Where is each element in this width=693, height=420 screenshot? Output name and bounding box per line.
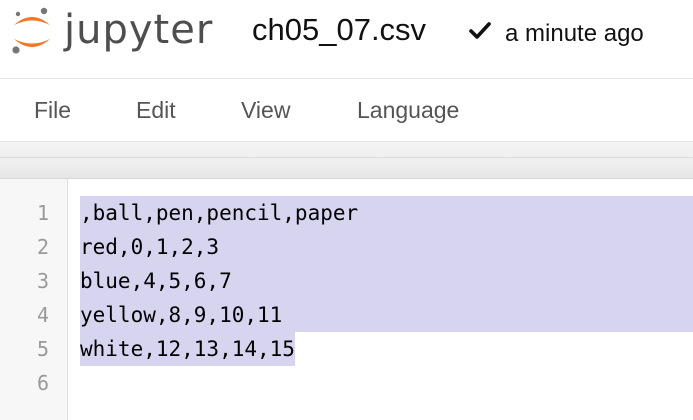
code-line[interactable]: yellow,8,9,10,11 xyxy=(80,298,693,332)
header-shadow-band xyxy=(0,142,693,178)
menu-file[interactable]: File xyxy=(34,95,71,125)
code-line[interactable]: red,0,1,2,3 xyxy=(80,230,693,264)
notebook-header: jupyter ch05_07.csv a minute ago xyxy=(0,0,693,78)
line-number: 1 xyxy=(36,201,49,225)
code-area[interactable]: ,ball,pen,pencil,paper red,0,1,2,3 blue,… xyxy=(80,179,693,420)
line-number: 4 xyxy=(36,303,49,327)
text-editor[interactable]: 1 2 3 4 5 6 ,ball,pen,pencil,paper red,0… xyxy=(0,178,693,420)
line-number: 2 xyxy=(36,235,49,259)
menubar: File Edit View Language xyxy=(0,78,693,142)
file-name-title[interactable]: ch05_07.csv xyxy=(252,10,426,50)
line-number: 3 xyxy=(36,269,49,293)
divider xyxy=(0,157,693,158)
line-number: 6 xyxy=(36,371,49,395)
menu-language[interactable]: Language xyxy=(357,95,459,125)
code-line[interactable]: white,12,13,14,15 xyxy=(80,332,295,366)
checkmark-icon xyxy=(469,22,491,39)
jupyter-logo-text[interactable]: jupyter xyxy=(64,4,213,56)
line-number-gutter: 1 2 3 4 5 6 xyxy=(0,179,68,420)
code-line[interactable]: ,ball,pen,pencil,paper xyxy=(80,196,693,230)
menu-view[interactable]: View xyxy=(241,95,290,125)
menu-edit[interactable]: Edit xyxy=(136,95,176,125)
line-number: 5 xyxy=(36,337,49,361)
jupyter-logo-icon[interactable] xyxy=(10,6,54,56)
code-line[interactable]: blue,4,5,6,7 xyxy=(80,264,693,298)
save-status-text: a minute ago xyxy=(505,20,644,47)
